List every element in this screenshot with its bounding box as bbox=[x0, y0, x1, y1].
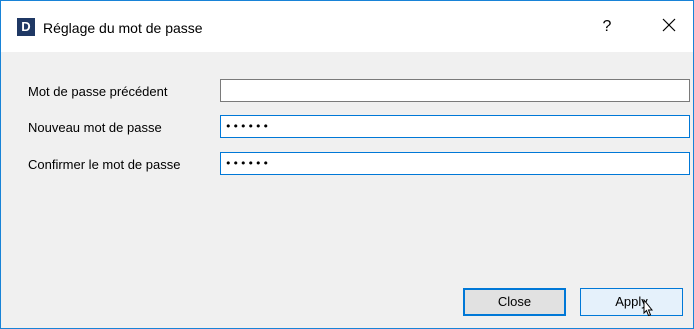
password-dialog: D Réglage du mot de passe ? Mot de passe… bbox=[0, 0, 694, 329]
apply-button[interactable]: Apply bbox=[580, 288, 683, 316]
new-password-field[interactable]: •••••• bbox=[220, 115, 690, 138]
old-password-field[interactable] bbox=[220, 79, 690, 102]
dialog-title: Réglage du mot de passe bbox=[43, 20, 203, 36]
close-button[interactable]: Close bbox=[463, 288, 566, 316]
title-bar[interactable]: D Réglage du mot de passe ? bbox=[1, 1, 693, 52]
old-password-label: Mot de passe précédent bbox=[28, 84, 168, 99]
close-window-button[interactable] bbox=[651, 13, 687, 39]
mouse-pointer-icon bbox=[643, 299, 654, 317]
confirm-password-label: Confirmer le mot de passe bbox=[28, 157, 181, 172]
help-button[interactable]: ? bbox=[589, 15, 625, 39]
close-icon bbox=[662, 18, 676, 32]
app-logo-icon: D bbox=[17, 18, 35, 36]
new-password-label: Nouveau mot de passe bbox=[28, 120, 162, 135]
confirm-password-field[interactable]: •••••• bbox=[220, 152, 690, 175]
